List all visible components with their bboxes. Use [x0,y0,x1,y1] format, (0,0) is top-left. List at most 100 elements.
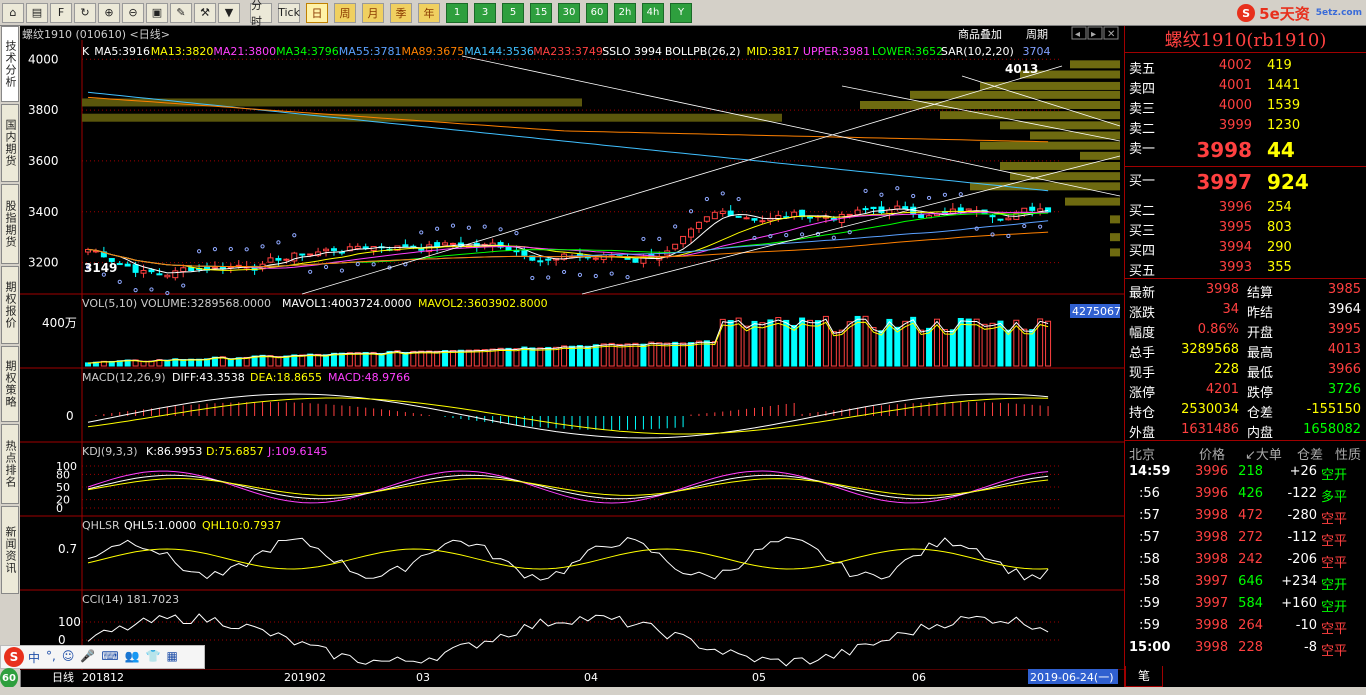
ime-item-1[interactable]: °, [46,649,56,666]
quote-row: 最新 3998 结算 3985 [1125,280,1366,301]
period-button-7[interactable]: 1 [446,2,468,23]
period-button-12[interactable]: 60 [586,2,608,23]
candle-body [1029,206,1036,211]
volume-bar [910,316,917,367]
candle-body [846,213,853,216]
ime-item-7[interactable]: ▦ [167,649,178,666]
tick-tab[interactable]: 笔 [1125,666,1163,687]
ime-items: 中 °, ☺ 🎤 ⌨ 👥 👕 ▦ [28,649,178,666]
volume-profile-bar [1065,197,1120,206]
left-tab-6[interactable]: 新闻资讯 [1,506,19,594]
period-button-8[interactable]: 3 [474,2,496,23]
tick-price: 3996 [1195,464,1229,479]
left-tab-2[interactable]: 股指期货 [1,184,19,264]
ask-label: 卖二 [1129,122,1156,137]
price-indicator: MA233:3749 [533,45,603,58]
ime-item-5[interactable]: 👥 [125,649,140,666]
volume-profile-bar [1070,60,1120,69]
tools-icon[interactable]: ⚒ [194,2,216,23]
f10-icon[interactable]: F [50,2,72,23]
tick-time: :58 [1139,552,1160,567]
period-button-1[interactable]: Tick [278,2,300,23]
overlay-menu[interactable]: 商品叠加 [958,27,1002,41]
period-label: 2h [618,7,632,18]
window-icon[interactable]: ▣ [146,2,168,23]
period-button-11[interactable]: 30 [558,2,580,23]
candle-body [632,258,639,263]
period-button-5[interactable]: 季 [390,2,412,23]
period-button-10[interactable]: 15 [530,2,552,23]
period-button-4[interactable]: 月 [362,2,384,23]
kline-chart[interactable]: 4000 3800 3600 3400 3200 螺纹1910 (010610) <日线>… [20,26,1124,671]
volume-bar [822,315,829,367]
period-button-15[interactable]: Y [670,2,692,23]
left-tab-3[interactable]: 期权报价 [1,266,19,344]
bid-label: 买二 [1129,204,1156,219]
refresh-icon[interactable]: ↻ [74,2,96,23]
volume-bar [989,322,996,367]
stat-value: 3995 [1327,322,1361,337]
folder-icon[interactable]: ▤ [26,2,48,23]
price-indicator: MA5:3916 [94,45,150,58]
home-icon[interactable]: ⌂ [2,2,24,23]
stat-value: 3998 [1205,282,1239,297]
ime-item-0[interactable]: 中 [28,649,40,666]
candle-body [751,218,758,221]
filter-icon[interactable]: ▼ [218,2,240,23]
qhlsr-10: QHL10:0.7937 [202,519,281,532]
sar-dot [720,191,725,196]
period-button-0[interactable]: 分时 [250,0,272,28]
ime-item-3[interactable]: 🎤 [80,649,95,666]
quote-row: 卖一 3998 44 [1125,136,1366,166]
candle-body [862,208,869,211]
candle-body [592,257,599,260]
tick-change: +234 [1281,574,1317,589]
left-tab-5[interactable]: 热点排名 [1,424,19,504]
sar-dot [514,231,519,236]
period-menu[interactable]: 周期 [1026,28,1048,41]
quote-row: 总手 3289568 最高 4013 [1125,340,1366,361]
period-button-14[interactable]: 4h [642,2,664,23]
ime-item-4[interactable]: ⌨ [101,649,118,666]
brand-logo[interactable]: S 5e天资 5etz.com [1237,3,1362,23]
candle-body [870,206,877,209]
ask-price: 3999 [1218,118,1252,133]
quote-row: :59 3997 584 +160 空开 [1125,594,1366,616]
sar-dot [942,192,948,197]
period-button-6[interactable]: 年 [418,2,440,23]
ime-toolbar[interactable]: S 中 °, ☺ 🎤 ⌨ 👥 👕 ▦ [0,645,205,669]
candle-body [505,246,512,251]
ime-item-2[interactable]: ☺ [62,649,75,666]
tick-volume: 584 [1238,596,1263,611]
tick-price: 3998 [1195,530,1229,545]
logo-url: 5etz.com [1315,8,1362,18]
period-button-13[interactable]: 2h [614,2,636,23]
ticks-header: 性质 [1335,448,1362,463]
zoom-in-icon[interactable]: ⊕ [98,2,120,23]
period-button-3[interactable]: 周 [334,2,356,23]
period-button-9[interactable]: 5 [502,2,524,23]
bid-label: 买三 [1129,224,1156,239]
zoom-out-icon[interactable]: ⊖ [122,2,144,23]
volume-bar [624,343,631,367]
price-axis-label: 3400 [28,205,59,219]
volume-profile-bar [970,182,1120,191]
quote-divider [1125,166,1366,167]
candle-body [791,211,798,218]
quote-row: 买四 3994 290 [1125,238,1366,259]
sar-dot [149,287,154,292]
price-indicator: LOWER:3652 [872,45,943,58]
left-tab-4[interactable]: 期权策略 [1,346,19,422]
candle-body [140,270,147,274]
volume-bar [1045,320,1052,367]
chart-area[interactable]: 4000 3800 3600 3400 3200 螺纹1910 (010610) <日线>… [20,26,1124,671]
ime-item-6[interactable]: 👕 [146,649,161,666]
volume-bar [1021,328,1028,367]
left-tab-1[interactable]: 国内期货 [1,104,19,182]
period-button-2[interactable]: 日 [306,2,328,23]
ime-logo-icon[interactable]: S [4,647,24,667]
candle-body [283,258,290,261]
pen-icon[interactable]: ✎ [170,2,192,23]
left-tab-0[interactable]: 技术分析 [1,26,19,102]
period-label: 30 [562,7,576,18]
